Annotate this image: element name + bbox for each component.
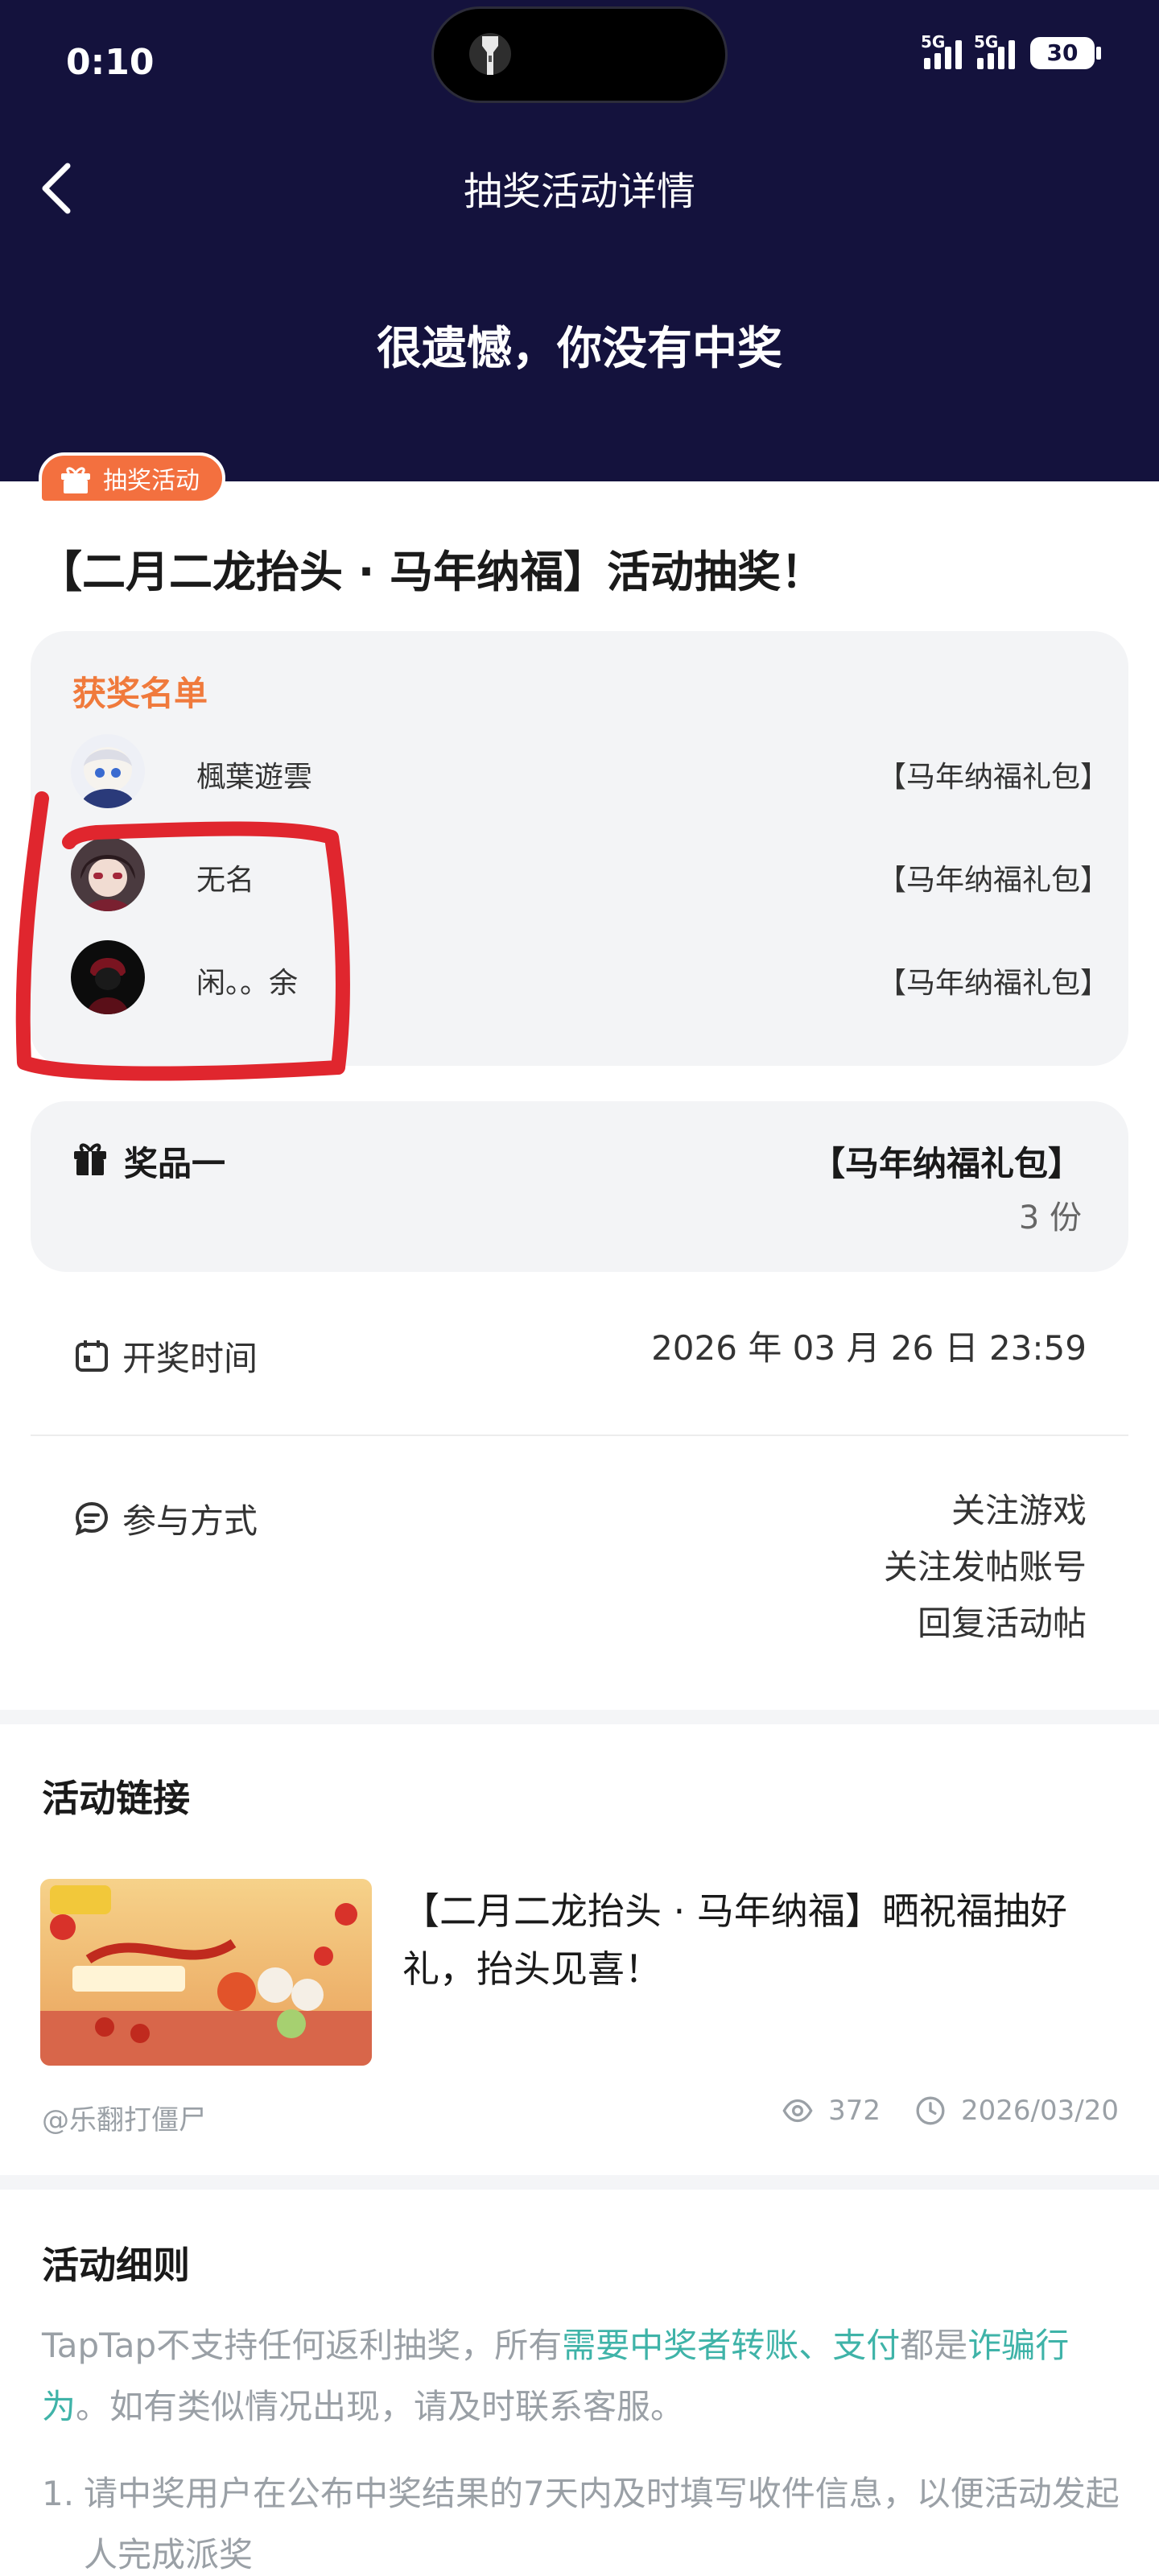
winner-row[interactable]: 无名 【马年纳福礼包】 <box>71 837 1109 914</box>
gift-icon <box>61 467 90 493</box>
battery-level: 30 <box>1046 39 1079 66</box>
rules-heading: 活动细则 <box>42 2244 190 2287</box>
draw-time-value: 2026 年 03 月 26 日 23:59 <box>651 1328 1087 1368</box>
calendar-icon <box>76 1340 108 1372</box>
rules-text: 。如有类似情况出现，请及时联系客服。 <box>76 2387 685 2426</box>
signal-icon: 5G <box>974 32 1017 69</box>
participation-method: 回复活动帖 <box>917 1604 1087 1643</box>
winner-row[interactable]: 楓葉遊雲 【马年纳福礼包】 <box>71 734 1109 811</box>
winner-name: 楓葉遊雲 <box>196 761 313 794</box>
section-separator <box>0 2175 1159 2190</box>
avatar[interactable] <box>71 734 145 808</box>
rules-item-text: 请中奖用户在公布中奖结果的7天内及时填写收件信息，以便活动发起人完成派奖 <box>84 2474 1120 2574</box>
winners-card: 获奖名单 楓葉遊雲 【马年纳福礼包】 无名 【马年纳福礼包】 闲。。余 【马年纳… <box>31 631 1128 1066</box>
winner-row[interactable]: 闲。。余 【马年纳福礼包】 <box>71 940 1109 1018</box>
badge-label: 抽奖活动 <box>103 467 200 495</box>
post-meta: 372 2026/03/20 <box>782 2095 1119 2127</box>
participation-method: 关注游戏 <box>951 1491 1087 1530</box>
winner-prize: 【马年纳福礼包】 <box>876 967 1109 1000</box>
participation-methods: 关注游戏 关注发帖账号 回复活动帖 <box>884 1483 1087 1652</box>
status-time: 0:10 <box>66 42 155 83</box>
rules-highlight: 需要中奖者转账、支付 <box>562 2326 901 2365</box>
rules-item-number: 1. <box>42 2474 75 2513</box>
post-author[interactable]: @乐翻打僵尸 <box>42 2098 206 2137</box>
prize-card: 奖品一 【马年纳福礼包】 3 份 <box>31 1101 1128 1272</box>
rules-text: 都是 <box>900 2326 968 2365</box>
activity-badge: 抽奖活动 <box>39 452 225 504</box>
header: 0:10 5G 5G 30 抽奖活动详情 很遗憾，你没有中奖 <box>0 0 1159 481</box>
rules-text: TapTap不支持任何返利抽奖，所有 <box>42 2326 563 2365</box>
winners-heading: 获奖名单 <box>72 674 208 713</box>
signal-icon: 5G <box>921 32 964 69</box>
status-indicators: 5G 5G 30 <box>921 32 1101 69</box>
avatar[interactable] <box>71 940 145 1014</box>
activity-title: 【二月二龙抬头 · 马年纳福】活动抽奖！ <box>39 547 825 597</box>
winner-name: 闲。。余 <box>196 967 299 1000</box>
winner-prize: 【马年纳福礼包】 <box>876 761 1109 794</box>
network-type: 5G <box>974 32 999 52</box>
result-message: 很遗憾，你没有中奖 <box>377 323 782 375</box>
post-title-link[interactable]: 【二月二龙抬头 · 马年纳福】晒祝福抽好礼，抬头见喜！ <box>402 1882 1127 1998</box>
rules-intro: TapTap不支持任何返利抽奖，所有需要中奖者转账、支付都是诈骗行为。如有类似情… <box>42 2315 1120 2438</box>
clock-icon <box>916 2096 945 2125</box>
prize-count: 3 份 <box>1018 1199 1082 1236</box>
participation-label: 参与方式 <box>122 1501 258 1541</box>
activity-link-heading: 活动链接 <box>42 1777 190 1820</box>
winner-name: 无名 <box>196 864 255 897</box>
winner-prize: 【马年纳福礼包】 <box>876 864 1109 897</box>
post-thumbnail[interactable] <box>40 1879 372 2066</box>
eye-icon <box>782 2099 813 2123</box>
participation-method: 关注发帖账号 <box>883 1547 1087 1587</box>
page-title: 抽奖活动详情 <box>463 169 695 214</box>
battery-icon: 30 <box>1030 37 1101 69</box>
dynamic-island <box>431 6 728 103</box>
divider <box>31 1435 1128 1436</box>
gift-icon <box>74 1143 106 1175</box>
flashlight-icon <box>469 33 511 75</box>
post-date: 2026/03/20 <box>961 2095 1119 2127</box>
comment-icon <box>75 1501 109 1536</box>
network-type: 5G <box>921 32 946 52</box>
view-count: 372 <box>828 2095 881 2127</box>
draw-time-label: 开奖时间 <box>122 1339 258 1378</box>
prize-label: 奖品一 <box>124 1144 226 1183</box>
section-separator <box>0 1710 1159 1724</box>
prize-name: 【马年纳福礼包】 <box>810 1144 1082 1183</box>
avatar[interactable] <box>71 837 145 911</box>
rules-item: 1. 请中奖用户在公布中奖结果的7天内及时填写收件信息，以便活动发起人完成派奖 <box>42 2463 1120 2576</box>
